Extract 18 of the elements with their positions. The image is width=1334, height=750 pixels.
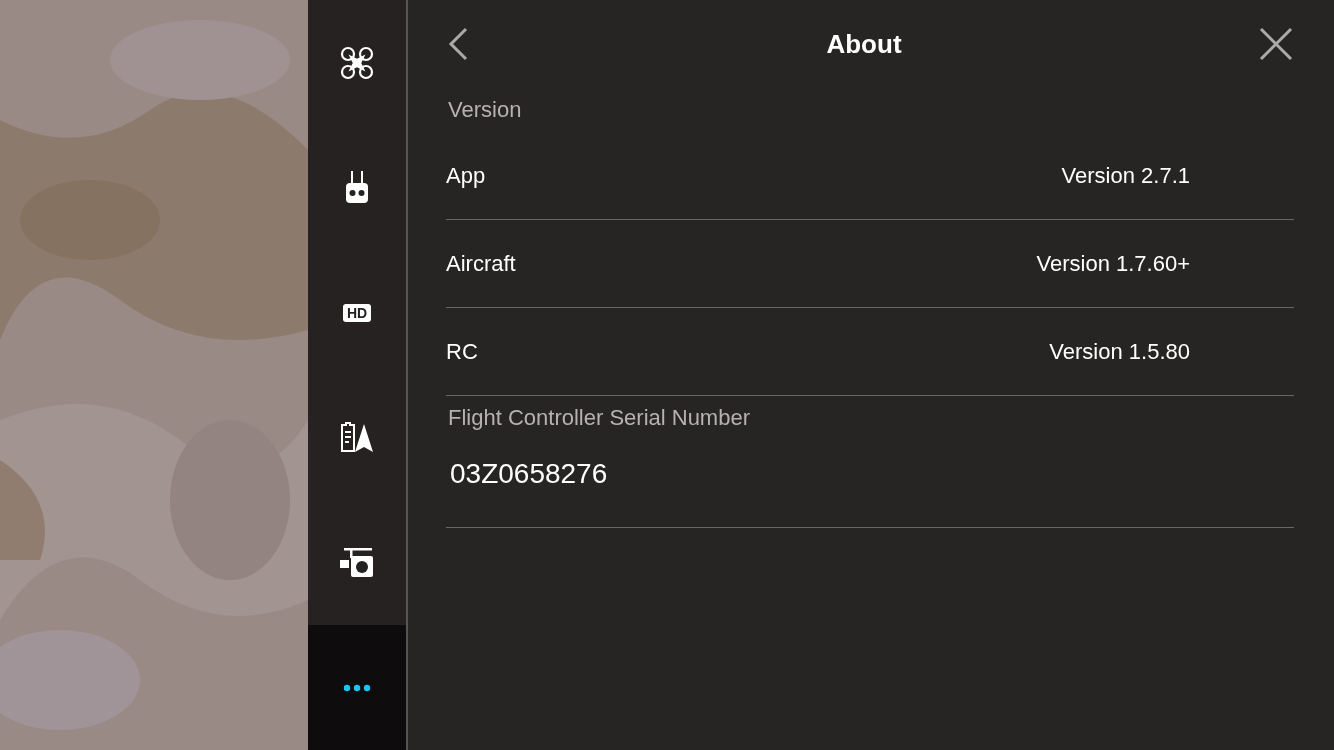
panel-title: About xyxy=(826,27,902,61)
drone-icon xyxy=(340,45,374,80)
battery-navigation-icon xyxy=(340,421,374,454)
version-value: Version 1.7.60+ xyxy=(1036,250,1190,278)
version-value: Version 1.5.80 xyxy=(1049,338,1190,366)
close-button[interactable] xyxy=(1258,26,1294,62)
section-heading: Flight Controller Serial Number xyxy=(447,404,751,432)
hd-badge: HD xyxy=(342,303,372,322)
row-label: Aircraft xyxy=(446,250,516,278)
more-icon xyxy=(343,683,371,692)
row-label: RC xyxy=(446,338,478,366)
row-label: App xyxy=(446,162,486,190)
section-heading: Version xyxy=(447,96,523,124)
gimbal-camera-icon xyxy=(340,547,374,578)
remote-controller-icon xyxy=(345,170,369,205)
version-value: Version 2.7.1 xyxy=(1061,162,1190,190)
serial-number: 03Z0658276 xyxy=(449,456,608,491)
back-button[interactable] xyxy=(446,26,470,62)
